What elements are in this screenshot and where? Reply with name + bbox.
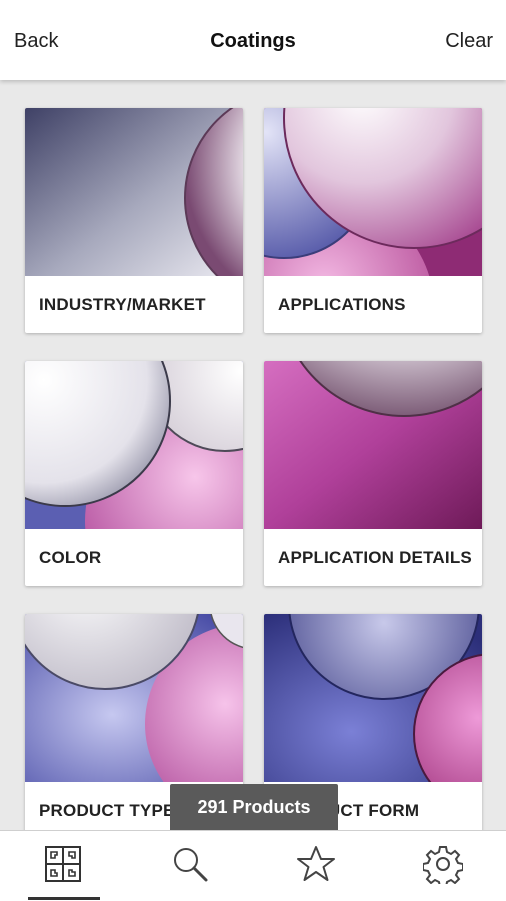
category-image [264,361,482,529]
nav-tab-favorites[interactable] [253,831,379,901]
category-image [264,614,482,782]
category-image [25,361,243,529]
nav-tab-settings[interactable] [380,831,506,901]
app-header: Back Coatings Clear [0,0,506,80]
bottom-navigation [0,830,506,901]
category-image [264,108,482,276]
star-icon [296,844,336,889]
page-title: Coatings [210,30,296,52]
category-card-application-details[interactable]: APPLICATION DETAILS [264,361,482,586]
search-icon [170,844,210,889]
clear-button[interactable]: Clear [445,30,493,53]
category-image [25,614,243,782]
category-label: APPLICATION DETAILS [278,548,472,567]
product-count-toast: 291 Products [170,784,338,830]
nav-tab-browse[interactable] [0,831,126,901]
category-label: INDUSTRY/MARKET [39,295,206,314]
category-label: COLOR [39,548,102,567]
category-label: APPLICATIONS [278,295,406,314]
gear-icon [422,844,464,889]
category-card-industry-market[interactable]: INDUSTRY/MARKET [25,108,243,333]
nav-tab-search[interactable] [127,831,253,901]
category-grid: INDUSTRY/MARKET APPLICATIONS COLOR APPLI… [0,80,506,830]
category-image [25,108,243,276]
puzzle-icon [43,844,83,889]
category-card-color[interactable]: COLOR [25,361,243,586]
back-button[interactable]: Back [14,30,58,53]
category-card-applications[interactable]: APPLICATIONS [264,108,482,333]
